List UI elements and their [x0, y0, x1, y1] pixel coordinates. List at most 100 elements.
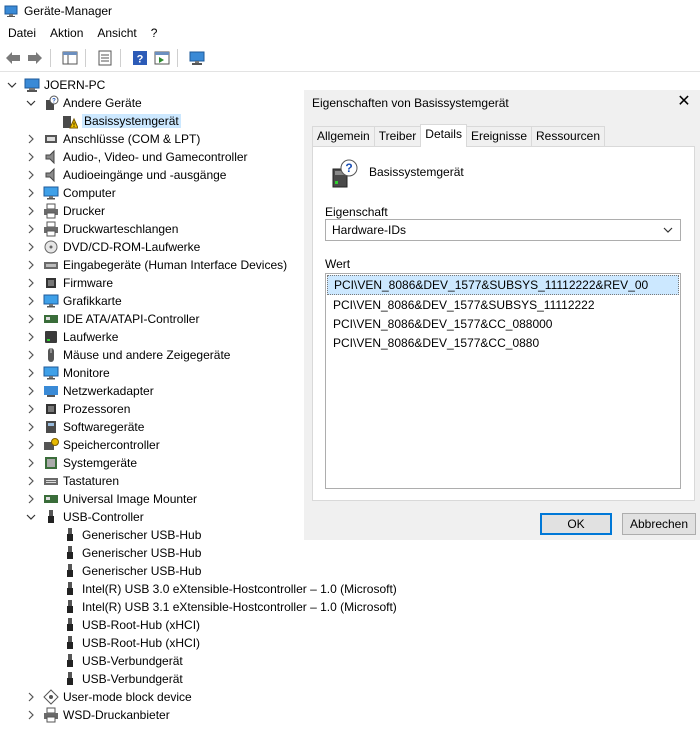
tree-item[interactable]: ? Andere Geräte	[25, 94, 142, 112]
tree-item[interactable]: Intel(R) USB 3.0 eXtensible-Hostcontroll…	[44, 580, 397, 598]
arrow-left-icon	[6, 52, 20, 64]
chevron-right-icon[interactable]	[25, 313, 37, 325]
tree-item[interactable]: USB-Controller	[25, 508, 144, 526]
chevron-right-icon[interactable]	[25, 259, 37, 271]
dialog-tabs: Allgemein Treiber Details Ereignisse Res…	[312, 124, 606, 147]
tab-allgemein[interactable]: Allgemein	[312, 126, 375, 146]
tree-item-label: Speichercontroller	[63, 438, 160, 452]
console-tree-icon	[62, 51, 78, 65]
properties-button[interactable]	[96, 49, 114, 67]
back-button[interactable]	[4, 49, 22, 67]
tree-item[interactable]: USB-Root-Hub (xHCI)	[44, 616, 200, 634]
tree-item[interactable]: Netzwerkadapter	[25, 382, 154, 400]
menu-ansicht[interactable]: Ansicht	[91, 26, 142, 40]
value-list-item[interactable]: PCI\VEN_8086&DEV_1577&SUBSYS_11112222	[327, 296, 679, 314]
chevron-right-icon[interactable]	[25, 403, 37, 415]
device-manager-window: Geräte-Manager Datei Aktion Ansicht ? ?	[0, 0, 700, 738]
chevron-right-icon[interactable]	[25, 331, 37, 343]
value-list-item[interactable]: PCI\VEN_8086&DEV_1577&CC_0880	[327, 334, 679, 352]
tree-item[interactable]: Laufwerke	[25, 328, 118, 346]
tree-item[interactable]: Grafikkarte	[25, 292, 122, 310]
cancel-button[interactable]: Abbrechen	[622, 513, 696, 535]
tab-treiber[interactable]: Treiber	[373, 126, 422, 146]
tree-item[interactable]: Druckwarteschlangen	[25, 220, 178, 238]
tree-item[interactable]: Firmware	[25, 274, 113, 292]
value-list[interactable]: PCI\VEN_8086&DEV_1577&SUBSYS_11112222&RE…	[325, 273, 681, 489]
menu-datei[interactable]: Datei	[2, 26, 42, 40]
chevron-right-icon[interactable]	[25, 385, 37, 397]
tree-item[interactable]: USB-Verbundgerät	[44, 670, 183, 688]
tree-item[interactable]: Generischer USB-Hub	[44, 526, 201, 544]
chevron-right-icon[interactable]	[25, 349, 37, 361]
chevron-right-icon[interactable]	[25, 241, 37, 253]
tree-item[interactable]: JOERN-PC	[6, 76, 105, 94]
tree-item[interactable]: Generischer USB-Hub	[44, 544, 201, 562]
chevron-right-icon[interactable]	[25, 439, 37, 451]
network-icon	[43, 383, 59, 399]
property-dropdown[interactable]: Hardware-IDs	[325, 219, 681, 241]
tree-item[interactable]: Eingabegeräte (Human Interface Devices)	[25, 256, 287, 274]
close-icon[interactable]: ✕	[676, 94, 692, 110]
tree-item[interactable]: User-mode block device	[25, 688, 192, 706]
usb-icon	[62, 581, 78, 597]
tab-ereignisse[interactable]: Ereignisse	[465, 126, 532, 146]
tree-item-label: Mäuse und andere Zeigegeräte	[63, 348, 231, 362]
chevron-right-icon[interactable]	[25, 151, 37, 163]
chevron-right-icon[interactable]	[25, 475, 37, 487]
menu-help[interactable]: ?	[145, 26, 164, 40]
chevron-right-icon[interactable]	[25, 709, 37, 721]
tree-item[interactable]: Audioeingänge und -ausgänge	[25, 166, 226, 184]
tree-item[interactable]: Systemgeräte	[25, 454, 137, 472]
tree-item[interactable]: Drucker	[25, 202, 105, 220]
tree-item[interactable]: Audio-, Video- und Gamecontroller	[25, 148, 248, 166]
tab-details[interactable]: Details	[420, 124, 467, 147]
show-hide-console-tree-button[interactable]	[61, 49, 79, 67]
tree-item[interactable]: DVD/CD-ROM-Laufwerke	[25, 238, 200, 256]
chevron-right-icon[interactable]	[25, 205, 37, 217]
chevron-right-icon[interactable]	[25, 169, 37, 181]
printer-icon	[43, 221, 59, 237]
ok-button[interactable]: OK	[540, 513, 612, 535]
chevron-right-icon[interactable]	[25, 421, 37, 433]
scan-hardware-button[interactable]	[188, 49, 206, 67]
tree-item[interactable]: Tastaturen	[25, 472, 119, 490]
tree-item-label: Prozessoren	[63, 402, 131, 416]
tree-item[interactable]: USB-Root-Hub (xHCI)	[44, 634, 200, 652]
chevron-right-icon[interactable]	[25, 187, 37, 199]
tree-item[interactable]: WSD-Druckanbieter	[25, 706, 170, 724]
chevron-down-icon[interactable]	[6, 79, 18, 91]
dialog-title: Eigenschaften von Basissystemgerät	[312, 96, 509, 110]
tree-item[interactable]: USB-Verbundgerät	[44, 652, 183, 670]
chevron-right-icon[interactable]	[25, 133, 37, 145]
tree-item[interactable]: ! Basissystemgerät	[44, 112, 181, 130]
chevron-right-icon[interactable]	[25, 457, 37, 469]
tree-item[interactable]: IDE ATA/ATAPI-Controller	[25, 310, 199, 328]
chevron-right-icon[interactable]	[25, 367, 37, 379]
tree-item[interactable]: Prozessoren	[25, 400, 130, 418]
tree-item[interactable]: Universal Image Mounter	[25, 490, 197, 508]
tree-item[interactable]: Intel(R) USB 3.1 eXtensible-Hostcontroll…	[44, 598, 397, 616]
tree-item[interactable]: Mäuse und andere Zeigegeräte	[25, 346, 230, 364]
chevron-right-icon[interactable]	[25, 277, 37, 289]
menu-aktion[interactable]: Aktion	[44, 26, 89, 40]
tree-item[interactable]: Anschlüsse (COM & LPT)	[25, 130, 200, 148]
tab-ressourcen[interactable]: Ressourcen	[531, 126, 606, 146]
chevron-right-icon[interactable]	[25, 691, 37, 703]
tree-item[interactable]: Speichercontroller	[25, 436, 160, 454]
tree-item[interactable]: Monitore	[25, 364, 110, 382]
chevron-down-icon[interactable]	[25, 511, 37, 523]
chevron-right-icon[interactable]	[25, 223, 37, 235]
tree-item[interactable]: Generischer USB-Hub	[44, 562, 201, 580]
chevron-right-icon[interactable]	[25, 493, 37, 505]
chevron-down-icon[interactable]	[25, 97, 37, 109]
forward-button[interactable]	[26, 49, 44, 67]
tree-item[interactable]: Computer	[25, 184, 116, 202]
value-list-item[interactable]: PCI\VEN_8086&DEV_1577&CC_088000	[327, 315, 679, 333]
action-pane-button[interactable]	[153, 49, 171, 67]
menu-bar: Datei Aktion Ansicht ?	[0, 23, 700, 43]
help-button[interactable]: ?	[131, 49, 149, 67]
value-list-item[interactable]: PCI\VEN_8086&DEV_1577&SUBSYS_11112222&RE…	[327, 275, 679, 295]
chevron-right-icon[interactable]	[25, 295, 37, 307]
tree-item[interactable]: Softwaregeräte	[25, 418, 144, 436]
